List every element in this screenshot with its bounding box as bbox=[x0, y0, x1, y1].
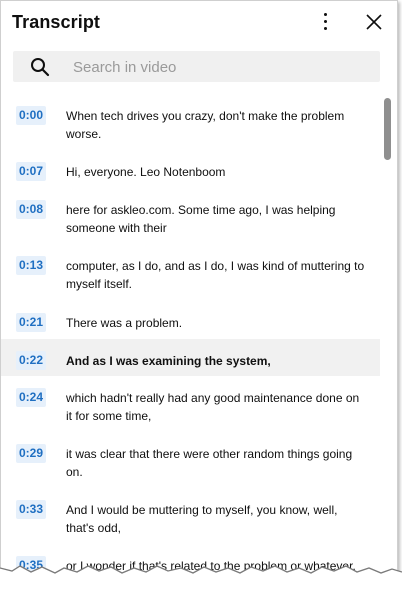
search-box[interactable] bbox=[13, 51, 380, 84]
timestamp[interactable]: 0:24 bbox=[16, 388, 47, 407]
transcript-row-active[interactable]: 0:22 And as I was examining the system, bbox=[1, 339, 380, 376]
close-icon[interactable] bbox=[365, 13, 383, 31]
segment-text: And I would be muttering to myself, you … bbox=[66, 503, 338, 535]
kebab-menu-icon[interactable] bbox=[319, 13, 331, 33]
timestamp[interactable]: 0:21 bbox=[16, 313, 47, 332]
segment-text: Hi, everyone. Leo Notenboom bbox=[66, 165, 226, 179]
search-input[interactable] bbox=[71, 51, 375, 84]
transcript-row[interactable]: 0:29 it was clear that there were other … bbox=[1, 432, 380, 488]
timestamp[interactable]: 0:08 bbox=[16, 200, 47, 219]
transcript-row[interactable]: 0:33 And I would be muttering to myself,… bbox=[1, 488, 380, 544]
segment-text: And as I was examining the system, bbox=[66, 354, 271, 368]
timestamp[interactable]: 0:33 bbox=[16, 500, 47, 519]
transcript-panel: Transcript 0:00 When tech drives you cra… bbox=[0, 0, 398, 587]
segment-text: computer, as I do, and as I do, I was ki… bbox=[66, 259, 365, 291]
panel-title: Transcript bbox=[12, 12, 101, 32]
segment-text: it was clear that there were other rando… bbox=[66, 447, 353, 479]
segment-text: here for askleo.com. Some time ago, I wa… bbox=[66, 203, 336, 235]
transcript-row[interactable]: 0:08 here for askleo.com. Some time ago,… bbox=[1, 188, 380, 244]
panel-header: Transcript bbox=[1, 1, 397, 45]
timestamp[interactable]: 0:07 bbox=[16, 162, 47, 181]
timestamp[interactable]: 0:29 bbox=[16, 444, 47, 463]
transcript-row[interactable]: 0:00 When tech drives you crazy, don't m… bbox=[1, 94, 380, 150]
torn-edge-decoration bbox=[0, 565, 402, 591]
transcript-row[interactable]: 0:07 Hi, everyone. Leo Notenboom bbox=[1, 150, 380, 188]
timestamp[interactable]: 0:22 bbox=[16, 351, 47, 370]
scrollbar-thumb[interactable] bbox=[384, 98, 391, 160]
timestamp[interactable]: 0:13 bbox=[16, 256, 47, 275]
segment-text: When tech drives you crazy, don't make t… bbox=[66, 109, 345, 141]
transcript-row[interactable]: 0:13 computer, as I do, and as I do, I w… bbox=[1, 244, 380, 301]
scrollbar-track[interactable] bbox=[383, 94, 392, 574]
transcript-list: 0:00 When tech drives you crazy, don't m… bbox=[1, 94, 381, 584]
timestamp[interactable]: 0:00 bbox=[16, 106, 47, 125]
transcript-row[interactable]: 0:24 which hadn't really had any good ma… bbox=[1, 376, 380, 432]
search-icon bbox=[30, 57, 50, 77]
transcript-row[interactable]: 0:21 There was a problem. bbox=[1, 301, 380, 339]
segment-text: There was a problem. bbox=[66, 316, 183, 330]
segment-text: which hadn't really had any good mainten… bbox=[66, 391, 360, 423]
